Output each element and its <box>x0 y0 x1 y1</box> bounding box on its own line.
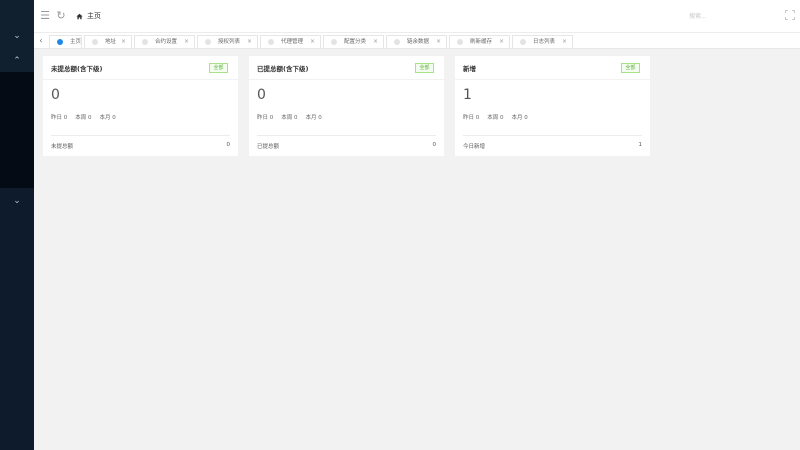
close-icon[interactable]: × <box>562 36 567 48</box>
stat-card-withdrawn: 已提总额(含下级) 全部 0 昨日 0 本周 0 本月 0 已提总额 0 <box>249 56 444 156</box>
tab-label: 刷新缓存 <box>470 39 493 45</box>
fullscreen-icon[interactable] <box>785 10 795 20</box>
stat-this-month: 本月 0 <box>99 115 116 121</box>
tab-status-dot <box>331 39 337 45</box>
stat-this-month: 本月 0 <box>511 115 528 121</box>
close-icon[interactable]: × <box>373 36 378 48</box>
top-header: ☰ ↻ 主页 搜索... <box>34 0 800 33</box>
tab-label: 配置分类 <box>344 39 367 45</box>
tab-status-dot <box>394 39 400 45</box>
tab-status-dot <box>92 39 98 45</box>
chevron-down-icon[interactable]: ⌄ <box>9 195 25 207</box>
card-badge: 全部 <box>621 63 640 73</box>
tabs-bar: ‹ 主页 地址 × 合约设置 × 授权列表 × 代理管理 × 配置分类 × 链余… <box>34 33 800 49</box>
tab-authorization-list[interactable]: 授权列表 × <box>197 35 258 48</box>
tab-label: 地址 <box>105 39 117 45</box>
card-value: 1 <box>463 87 472 103</box>
card-badge: 全部 <box>209 63 228 73</box>
tab-home[interactable]: 主页 <box>49 35 82 48</box>
card-title: 未提总额(含下级) <box>51 65 103 73</box>
tab-status-dot <box>142 39 148 45</box>
stat-yesterday: 昨日 0 <box>257 115 274 121</box>
stat-card-new: 新增 全部 1 昨日 0 本周 0 本月 0 今日新增 1 <box>455 56 650 156</box>
tab-contract-settings[interactable]: 合约设置 × <box>134 35 195 48</box>
tab-label: 链余数据 <box>407 39 430 45</box>
card-stats: 昨日 0 本周 0 本月 0 <box>51 113 116 121</box>
card-footer-label: 已提总额 <box>257 144 280 150</box>
close-icon[interactable]: × <box>436 36 441 48</box>
tab-label: 授权列表 <box>218 39 241 45</box>
stat-this-month: 本月 0 <box>305 115 322 121</box>
sidebar-submenu-area <box>0 72 34 188</box>
card-value: 0 <box>51 87 60 103</box>
sidebar: ⌄ ⌃ ⌄ <box>0 0 34 450</box>
search-input[interactable]: 搜索... <box>689 11 707 20</box>
card-footer-label: 今日新增 <box>463 144 486 150</box>
card-badge: 全部 <box>415 63 434 73</box>
stat-this-week: 本周 0 <box>487 115 504 121</box>
tab-chain-data[interactable]: 链余数据 × <box>386 35 447 48</box>
tab-refresh-cache[interactable]: 刷新缓存 × <box>449 35 510 48</box>
stat-yesterday: 昨日 0 <box>51 115 68 121</box>
close-icon[interactable]: × <box>121 36 126 48</box>
tab-status-dot <box>268 39 274 45</box>
chevron-down-icon[interactable]: ⌄ <box>9 30 25 42</box>
tab-status-dot <box>205 39 211 45</box>
stat-card-unwithdrawn: 未提总额(含下级) 全部 0 昨日 0 本周 0 本月 0 未提总额 0 <box>43 56 238 156</box>
tab-label: 主页 <box>70 39 82 45</box>
divider <box>43 79 238 80</box>
divider <box>463 135 642 136</box>
close-icon[interactable]: × <box>499 36 504 48</box>
tab-label: 日志列表 <box>533 39 556 45</box>
card-value: 0 <box>257 87 266 103</box>
divider <box>257 135 436 136</box>
divider <box>455 79 650 80</box>
home-icon <box>76 13 83 19</box>
tab-log-list[interactable]: 日志列表 × <box>512 35 573 48</box>
card-stats: 昨日 0 本周 0 本月 0 <box>463 113 528 121</box>
close-icon[interactable]: × <box>184 36 189 48</box>
tab-agent-management[interactable]: 代理管理 × <box>260 35 321 48</box>
tabs-prev-icon[interactable]: ‹ <box>36 33 46 49</box>
tab-address[interactable]: 地址 × <box>84 35 132 48</box>
tab-status-dot <box>457 39 463 45</box>
card-title: 已提总额(含下级) <box>257 65 309 73</box>
tab-config-categories[interactable]: 配置分类 × <box>323 35 384 48</box>
stat-this-week: 本周 0 <box>281 115 298 121</box>
card-stats: 昨日 0 本周 0 本月 0 <box>257 113 322 121</box>
card-footer-value: 1 <box>638 142 643 148</box>
close-icon[interactable]: × <box>310 36 315 48</box>
close-icon[interactable]: × <box>247 36 252 48</box>
home-label: 主页 <box>87 12 101 20</box>
stat-this-week: 本周 0 <box>75 115 92 121</box>
tab-status-dot <box>520 39 526 45</box>
menu-toggle-icon[interactable]: ☰ <box>39 10 51 22</box>
card-footer-value: 0 <box>226 142 231 148</box>
card-footer-value: 0 <box>432 142 437 148</box>
home-breadcrumb[interactable]: 主页 <box>76 10 101 22</box>
tab-label: 合约设置 <box>155 39 178 45</box>
card-footer-label: 未提总额 <box>51 144 74 150</box>
card-title: 新增 <box>463 65 476 73</box>
tab-label: 代理管理 <box>281 39 304 45</box>
stat-yesterday: 昨日 0 <box>463 115 480 121</box>
chevron-up-icon[interactable]: ⌃ <box>9 55 25 67</box>
tab-status-dot <box>57 39 63 45</box>
divider <box>51 135 230 136</box>
refresh-icon[interactable]: ↻ <box>55 10 67 22</box>
divider <box>249 79 444 80</box>
